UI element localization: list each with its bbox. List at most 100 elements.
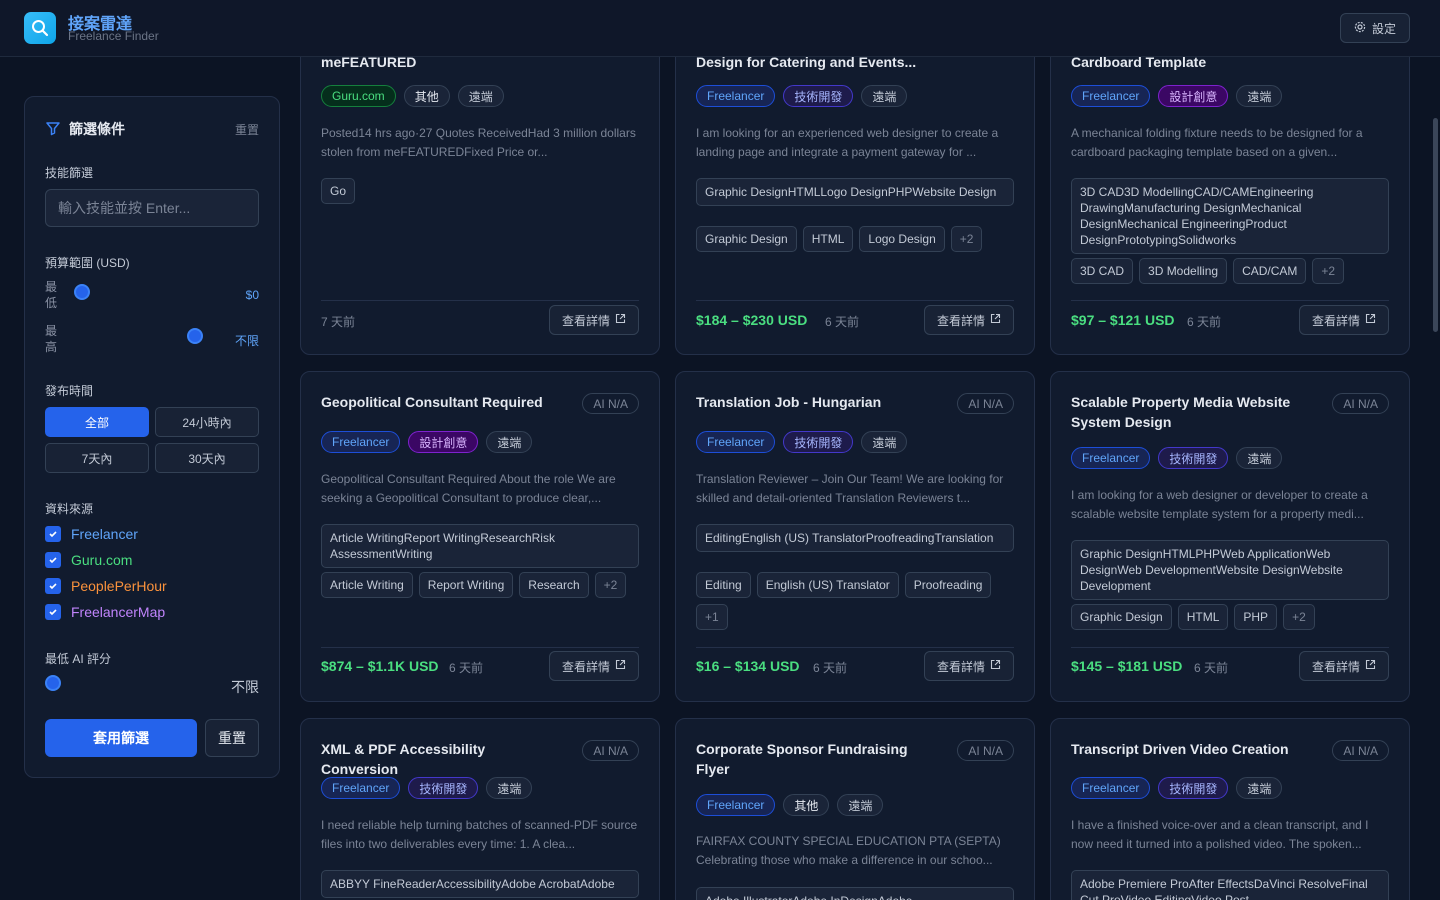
category-tag: 技術開發 (1158, 447, 1229, 469)
checkbox-checked-icon[interactable] (45, 578, 61, 594)
min-label: 最低 (45, 280, 58, 310)
job-card[interactable]: Geopolitical Consultant Required AI N/A … (300, 371, 660, 702)
job-title[interactable]: Transcript Driven Video Creation (1071, 739, 1311, 759)
ai-label: 最低 AI 評分 (45, 652, 112, 666)
settings-button[interactable]: 設定 (1340, 13, 1410, 43)
ai-score-badge: AI N/A (957, 740, 1014, 761)
job-card[interactable]: Transcript Driven Video Creation AI N/A … (1050, 718, 1410, 900)
gear-icon (1354, 21, 1366, 36)
category-tag: 設計創意 (408, 431, 479, 453)
more-skills-chip[interactable]: +2 (1312, 258, 1345, 284)
source-freelancer[interactable]: Freelancer (45, 526, 138, 542)
skill-chip: HTML (1177, 604, 1229, 630)
filter-icon (45, 120, 61, 139)
skill-chip: Report Writing (418, 572, 514, 598)
skill-chip: PHP (1234, 604, 1278, 630)
view-details-button[interactable]: 查看詳情 (924, 305, 1014, 335)
job-title[interactable]: Scalable Property Media Website System D… (1071, 392, 1311, 432)
external-link-icon (990, 659, 1001, 673)
job-title[interactable]: Geopolitical Consultant Required (321, 392, 561, 412)
job-age: 6 天前 (449, 661, 484, 675)
job-description: I need reliable help turning batches of … (321, 818, 638, 851)
location-tag: 遠端 (1236, 447, 1283, 469)
category-tag: 技術開發 (783, 85, 854, 107)
view-details-button[interactable]: 查看詳情 (549, 305, 639, 335)
job-card[interactable]: meFEATURED Guru.com 其他 遠端 Posted14 hrs a… (300, 20, 660, 355)
card-divider (1071, 647, 1389, 648)
app-header: 接案雷達 Freelance Finder 設定 (0, 0, 1440, 57)
card-divider (696, 647, 1014, 648)
skills-raw: 3D CAD3D ModellingCAD/CAMEngineering Dra… (1071, 178, 1389, 254)
skill-chip: Research (519, 572, 589, 598)
location-tag: 遠端 (1236, 85, 1283, 107)
skills-raw: Graphic DesignHTMLPHPWeb ApplicationWeb … (1071, 540, 1389, 600)
job-card[interactable]: XML & PDF Accessibility Conversion AI N/… (300, 718, 660, 900)
skill-chip: Go (321, 178, 356, 204)
more-skills-chip[interactable]: +2 (594, 572, 627, 598)
view-details-button[interactable]: 查看詳情 (1299, 651, 1389, 681)
checkbox-checked-icon[interactable] (45, 526, 61, 542)
source-tag: Freelancer (1071, 777, 1151, 799)
card-divider (321, 300, 639, 301)
location-tag: 遠端 (457, 85, 504, 107)
filter-reset-link[interactable]: 重置 (235, 121, 259, 138)
time-option-24h[interactable]: 24小時內 (155, 407, 259, 437)
view-details-button[interactable]: 查看詳情 (924, 651, 1014, 681)
app-subtitle: Freelance Finder (68, 29, 159, 43)
location-tag: 遠端 (486, 431, 533, 453)
source-freelancermap[interactable]: FreelancerMap (45, 604, 165, 620)
checkbox-checked-icon[interactable] (45, 552, 61, 568)
location-tag: 遠端 (861, 431, 908, 453)
job-description: Translation Reviewer – Join Our Team! We… (696, 472, 1004, 505)
skills-raw: Adobe IllustratorAdobe InDesignAdobe (696, 887, 1014, 900)
job-title[interactable]: Translation Job - Hungarian (696, 392, 936, 412)
apply-filter-button[interactable]: 套用篩選 (45, 719, 197, 757)
skill-chip: 3D CAD (1071, 258, 1134, 284)
source-guru[interactable]: Guru.com (45, 552, 132, 568)
job-price: $184 – $230 USD (696, 312, 808, 328)
time-option-7d[interactable]: 7天內 (45, 443, 149, 473)
job-price: $874 – $1.1K USD (321, 658, 439, 674)
job-card[interactable]: Corporate Sponsor Fundraising Flyer AI N… (675, 718, 1035, 900)
skill-chip: Graphic Design (1071, 604, 1172, 630)
view-details-button[interactable]: 查看詳情 (1299, 305, 1389, 335)
job-title[interactable]: XML & PDF Accessibility Conversion (321, 739, 561, 779)
job-card[interactable]: Design for Catering and Events... Freela… (675, 20, 1035, 355)
more-skills-chip[interactable]: +1 (696, 604, 728, 630)
checkbox-checked-icon[interactable] (45, 604, 61, 620)
page-scrollbar[interactable] (1433, 118, 1438, 332)
search-icon (24, 12, 56, 44)
external-link-icon (615, 659, 626, 673)
job-price: $97 – $121 USD (1071, 312, 1175, 328)
time-option-all[interactable]: 全部 (45, 407, 149, 437)
card-divider (696, 300, 1014, 301)
skill-chip: 3D Modelling (1139, 258, 1228, 284)
skill-label: 技能篩選 (45, 166, 94, 180)
max-slider-handle[interactable] (187, 328, 203, 344)
location-tag: 遠端 (861, 85, 908, 107)
job-title[interactable]: Corporate Sponsor Fundraising Flyer (696, 739, 936, 779)
job-card[interactable]: Scalable Property Media Website System D… (1050, 371, 1410, 702)
view-details-label: 查看詳情 (936, 659, 985, 674)
more-skills-chip[interactable]: +2 (950, 226, 983, 252)
skills-raw: Adobe Premiere ProAfter EffectsDaVinci R… (1071, 870, 1389, 900)
min-slider-handle[interactable] (74, 284, 90, 300)
external-link-icon (990, 313, 1001, 327)
source-tag: Freelancer (696, 431, 776, 453)
source-tag: Freelancer (321, 777, 401, 799)
source-tag: Freelancer (696, 794, 776, 816)
job-card[interactable]: Translation Job - Hungarian AI N/A Freel… (675, 371, 1035, 702)
skill-input[interactable] (45, 189, 259, 227)
view-details-button[interactable]: 查看詳情 (549, 651, 639, 681)
job-age: 6 天前 (813, 661, 848, 675)
source-tag: Freelancer (1071, 447, 1151, 469)
job-card[interactable]: Cardboard Template Freelancer 設計創意 遠端 A … (1050, 20, 1410, 355)
ai-score-badge: AI N/A (957, 393, 1014, 414)
more-skills-chip[interactable]: +2 (1283, 604, 1315, 630)
source-peopleperhour[interactable]: PeoplePerHour (45, 578, 167, 594)
external-link-icon (615, 313, 626, 327)
reset-filter-button[interactable]: 重置 (205, 719, 259, 757)
time-option-30d[interactable]: 30天內 (155, 443, 259, 473)
ai-slider-handle[interactable] (45, 675, 61, 691)
job-age: 6 天前 (825, 315, 860, 329)
